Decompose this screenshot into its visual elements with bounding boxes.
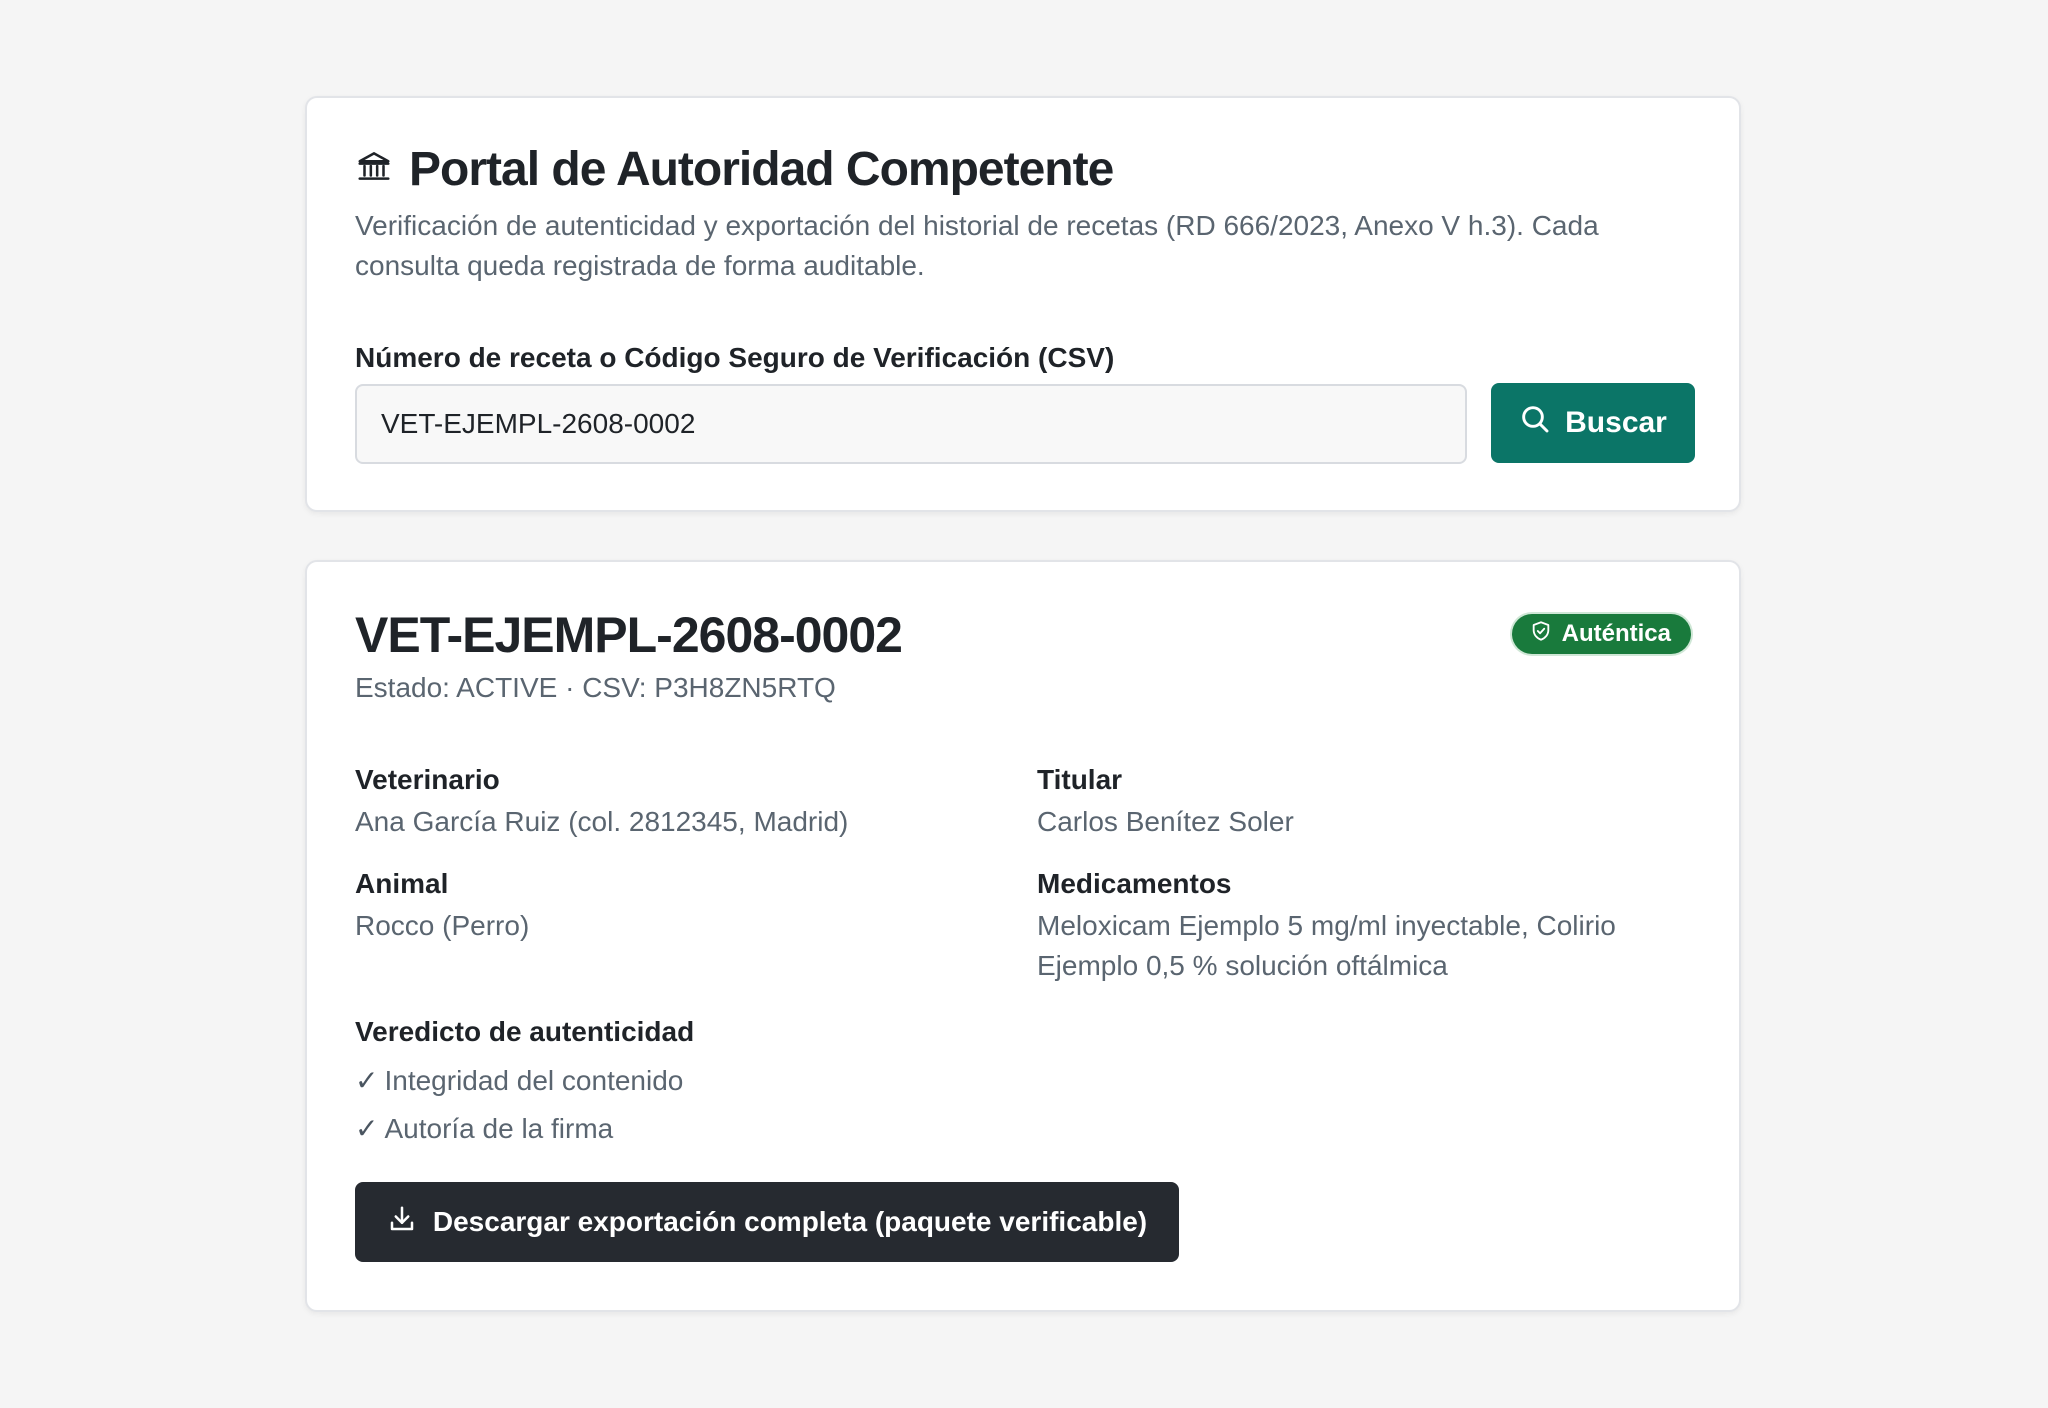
veterinarian-label: Veterinario — [355, 764, 500, 795]
owner-block: Titular Carlos Benítez Soler — [1037, 762, 1677, 842]
download-icon — [387, 1204, 417, 1241]
medications-value: Meloxicam Ejemplo 5 mg/ml inyectable, Co… — [1037, 910, 1616, 981]
portal-title: Portal de Autoridad Competente — [355, 142, 1114, 197]
result-card: VET-EJEMPL-2608-0002 Auténtica Estado: A… — [305, 560, 1741, 1312]
animal-value: Rocco (Perro) — [355, 910, 530, 941]
verdict-label: Veredicto de autenticidad — [355, 1016, 695, 1047]
search-card: Portal de Autoridad Competente Verificac… — [305, 96, 1741, 512]
animal-label: Animal — [355, 868, 449, 899]
medications-label: Medicamentos — [1037, 868, 1232, 899]
shield-check-icon — [1530, 620, 1552, 649]
verdict-item: ✓ Autoría de la firma — [355, 1112, 613, 1145]
portal-description: Verificación de autenticidad y exportaci… — [355, 210, 1599, 281]
animal-block: Animal Rocco (Perro) — [355, 866, 995, 946]
verdict-item-text: Autoría de la firma — [384, 1112, 614, 1144]
medications-block: Medicamentos Meloxicam Ejemplo 5 mg/ml i… — [1037, 866, 1677, 986]
download-button-label: Descargar exportación completa (paquete … — [432, 1206, 1148, 1237]
prescription-number: VET-EJEMPL-2608-0002 — [355, 607, 903, 663]
verdict-item: ✓ Integridad del contenido — [355, 1064, 683, 1097]
prescription-meta: Estado: ACTIVE · CSV: P3H8ZN5RTQ — [355, 672, 836, 703]
status-badge-label: Auténtica — [1561, 620, 1671, 647]
owner-value: Carlos Benítez Soler — [1037, 806, 1294, 837]
veterinarian-block: Veterinario Ana García Ruiz (col. 281234… — [355, 762, 995, 842]
search-button-label: Buscar — [1565, 406, 1667, 439]
veterinarian-value: Ana García Ruiz (col. 2812345, Madrid) — [355, 806, 849, 837]
search-button[interactable]: Buscar — [1491, 383, 1695, 463]
download-export-button[interactable]: Descargar exportación completa (paquete … — [355, 1182, 1179, 1262]
status-badge: Auténtica — [1511, 614, 1691, 654]
check-icon: ✓ — [355, 1065, 379, 1096]
check-icon: ✓ — [355, 1113, 379, 1144]
search-label: Número de receta o Código Seguro de Veri… — [355, 342, 1115, 373]
search-input[interactable] — [355, 384, 1467, 464]
portal-title-text: Portal de Autoridad Competente — [409, 143, 1114, 196]
verdict-item-text: Integridad del contenido — [384, 1064, 684, 1096]
page: Portal de Autoridad Competente Verificac… — [0, 0, 2048, 1408]
bank-icon — [355, 142, 393, 197]
search-icon — [1519, 403, 1551, 443]
owner-label: Titular — [1037, 764, 1123, 795]
